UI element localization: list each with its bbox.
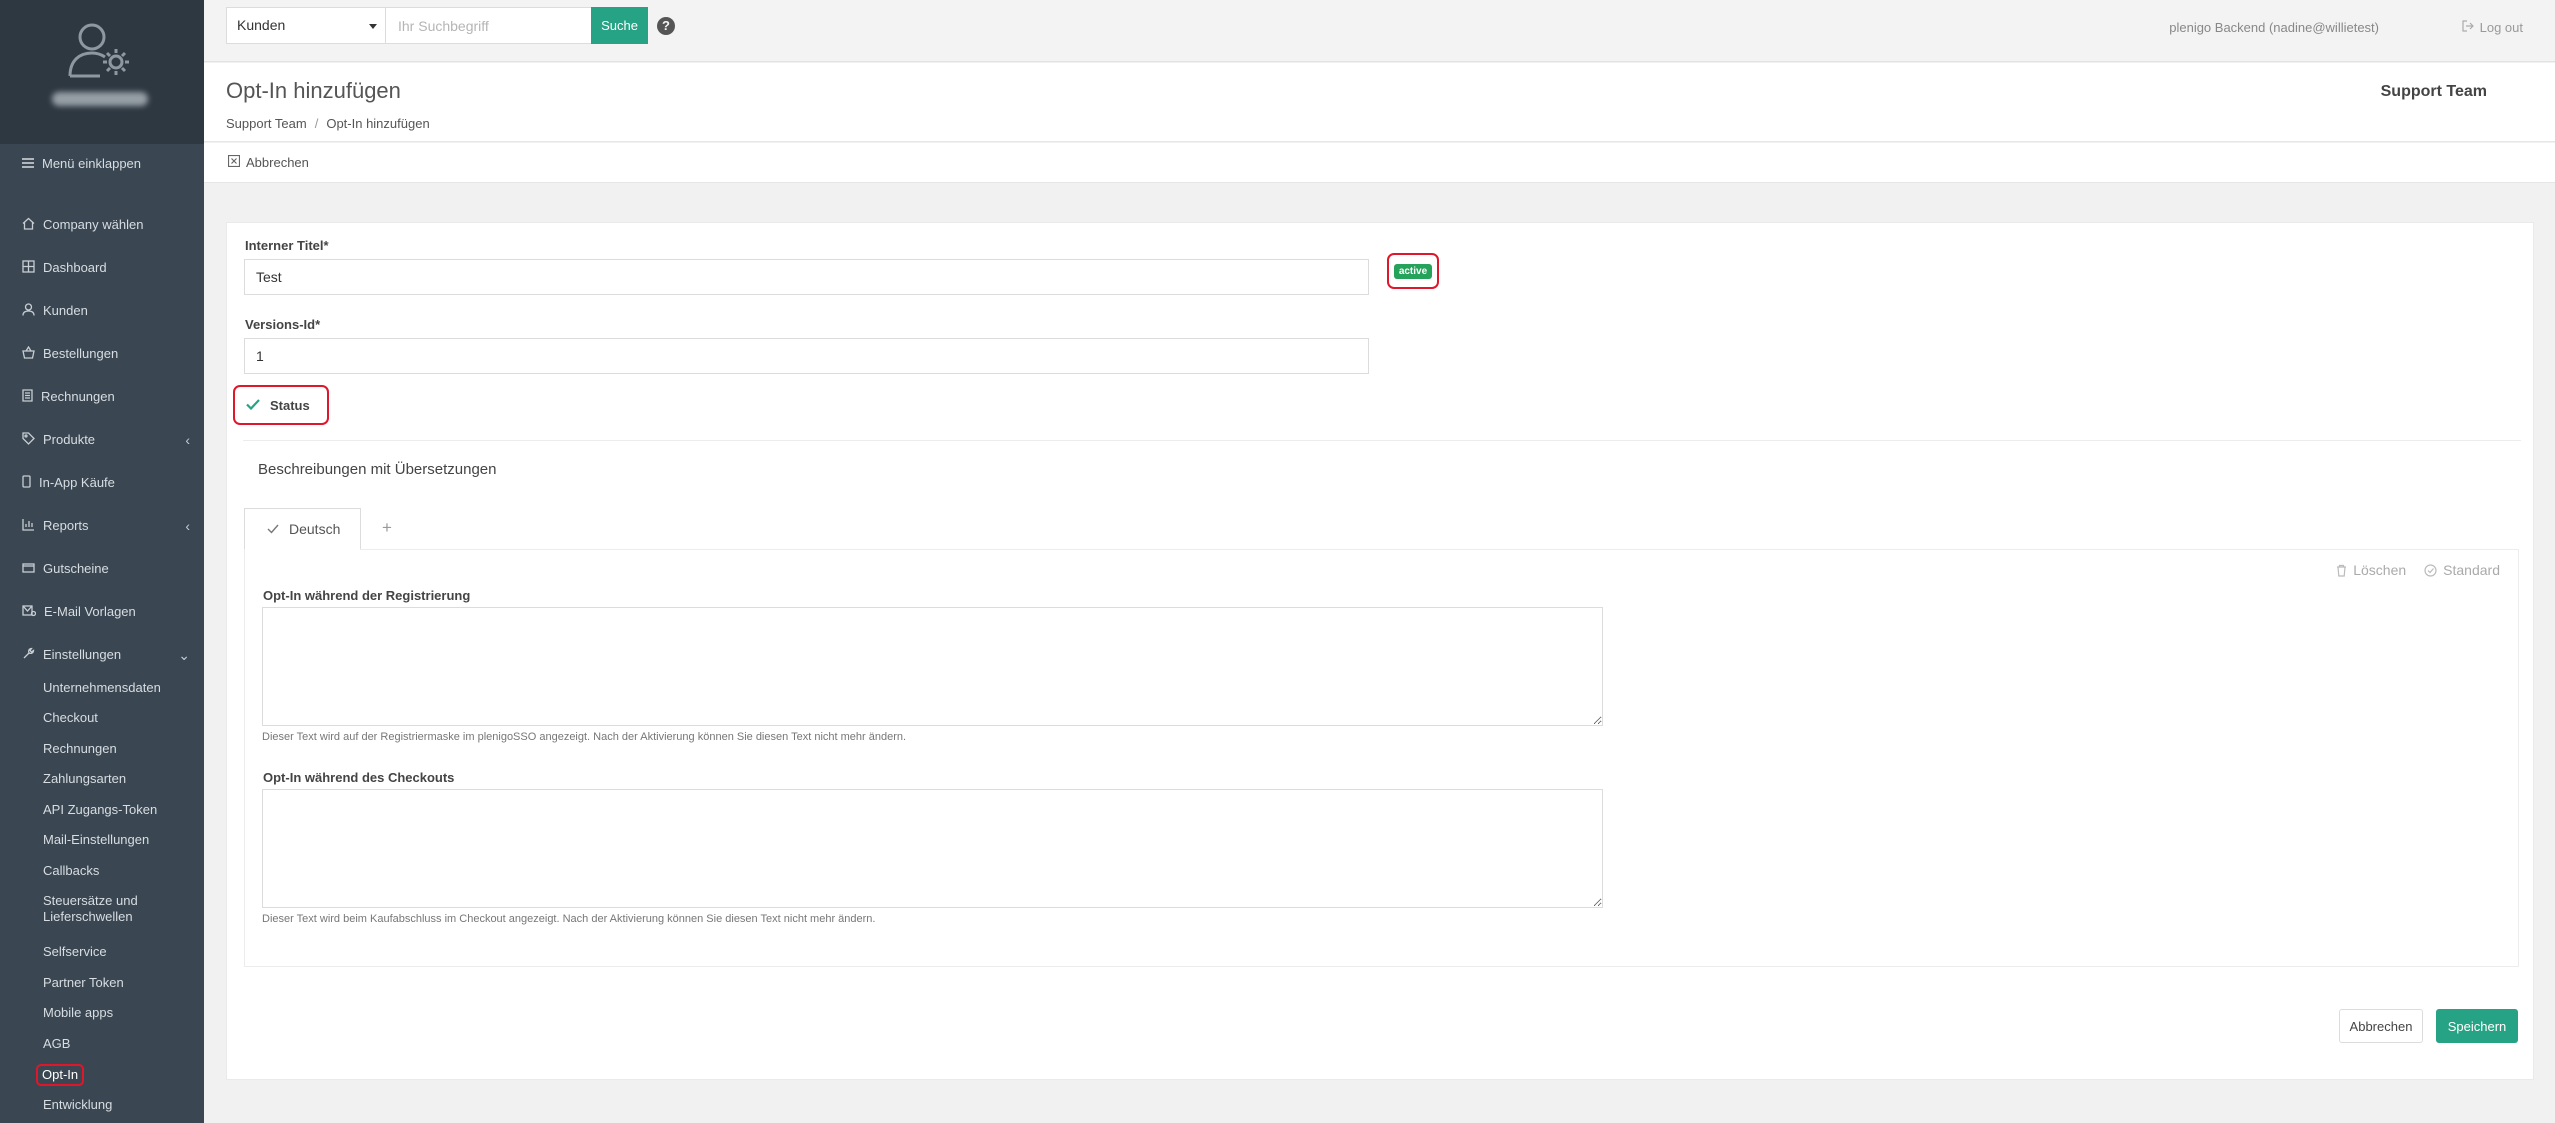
sidebar-sub-optin-wrap: Opt-In [0, 1064, 85, 1086]
collapse-menu-button[interactable]: Menü einklappen [22, 156, 141, 171]
sidebar-sub-api-token[interactable]: API Zugangs-Token [0, 802, 157, 818]
page-title: Opt-In hinzufügen [226, 78, 401, 103]
sidebar-item-kunden[interactable]: Kunden [0, 289, 204, 332]
sidebar-item-bestellungen[interactable]: Bestellungen [0, 332, 204, 375]
registration-optin-textarea[interactable] [262, 607, 1603, 726]
search-button[interactable]: Suche [591, 7, 648, 44]
basket-icon [22, 345, 35, 362]
cancel-button[interactable]: Abbrechen [2339, 1009, 2423, 1043]
default-button[interactable]: Standard [2424, 562, 2500, 578]
main-nav: Company wählen Dashboard Kunden Bestellu… [0, 203, 204, 676]
internal-title-label: Interner Titel* [245, 238, 329, 253]
ticket-icon [22, 561, 35, 577]
status-label: Status [270, 397, 310, 413]
cancel-link[interactable]: Abbrechen [227, 154, 309, 170]
status-checkbox[interactable]: Status [233, 385, 329, 425]
active-badge-highlight: active [1387, 253, 1439, 289]
sidebar-sub-steuersaetze[interactable]: Steuersätze und Lieferschwellen [0, 893, 150, 925]
sidebar-item-einstellungen[interactable]: Einstellungen ⌄ [0, 633, 204, 676]
sidebar-item-reports[interactable]: Reports ‹ [0, 504, 204, 547]
breadcrumb-support-team[interactable]: Support Team [226, 116, 307, 131]
section-title: Beschreibungen mit Übersetzungen [258, 461, 497, 478]
sidebar: Menü einklappen Company wählen Dashboard… [0, 0, 204, 1123]
divider [243, 440, 2521, 441]
hamburger-icon [22, 156, 34, 171]
sidebar-item-produkte[interactable]: Produkte ‹ [0, 418, 204, 461]
user-settings-icon [64, 20, 136, 80]
sidebar-item-dashboard[interactable]: Dashboard [0, 246, 204, 289]
sidebar-sub-mail-einstellungen[interactable]: Mail-Einstellungen [0, 832, 149, 848]
sidebar-item-email-vorlagen[interactable]: E-Mail Vorlagen [0, 590, 204, 633]
sidebar-item-gutscheine[interactable]: Gutscheine [0, 547, 204, 590]
check-circle-icon [2424, 563, 2437, 577]
sidebar-sub-unternehmensdaten[interactable]: Unternehmensdaten [0, 680, 161, 696]
user-icon [22, 302, 35, 319]
breadcrumb: Support Team / Opt-In hinzufügen [226, 116, 430, 131]
caret-down-icon [369, 24, 377, 29]
sidebar-sub-rechnungen[interactable]: Rechnungen [0, 741, 117, 757]
sidebar-sub-selfservice[interactable]: Selfservice [0, 944, 107, 960]
panel-actions: Löschen Standard [2336, 562, 2500, 578]
sidebar-sub-mobile-apps[interactable]: Mobile apps [0, 1005, 113, 1021]
sidebar-sub-zahlungsarten[interactable]: Zahlungsarten [0, 771, 126, 787]
sidebar-item-rechnungen[interactable]: Rechnungen [0, 375, 204, 418]
checkout-optin-hint: Dieser Text wird beim Kaufabschluss im C… [262, 913, 876, 925]
check-icon [267, 521, 279, 537]
active-badge: active [1393, 263, 1433, 279]
wrench-icon [22, 647, 35, 663]
logout-link[interactable]: Log out [2462, 20, 2523, 35]
mobile-icon [22, 474, 31, 491]
sidebar-sub-entwicklung[interactable]: Entwicklung [0, 1097, 112, 1113]
tab-deutsch[interactable]: Deutsch [244, 508, 361, 550]
sidebar-sub-checkout[interactable]: Checkout [0, 710, 98, 726]
topbar: Kunden Suche ? plenigo Backend (nadine@w… [204, 0, 2555, 62]
collapse-menu-label: Menü einklappen [42, 156, 142, 171]
mail-template-icon [22, 604, 37, 620]
sidebar-sub-partner-token[interactable]: Partner Token [0, 975, 124, 991]
add-language-tab[interactable]: + [382, 518, 392, 538]
logout-icon [2462, 20, 2474, 35]
help-icon[interactable]: ? [657, 17, 675, 35]
search-input[interactable] [386, 7, 594, 44]
delete-button[interactable]: Löschen [2336, 562, 2406, 578]
chevron-down-icon: ⌄ [178, 647, 190, 663]
internal-title-input[interactable]: Test [244, 259, 1369, 295]
receipt-icon [22, 388, 33, 405]
page-header: Opt-In hinzufügen Support Team / Opt-In hi… [204, 63, 2555, 142]
tag-icon [22, 431, 35, 448]
search-scope-select[interactable]: Kunden [226, 7, 386, 44]
action-bar: Abbrechen [204, 143, 2555, 183]
breadcrumb-current: Opt-In hinzufügen [326, 116, 430, 131]
home-icon [22, 217, 35, 233]
save-button[interactable]: Speichern [2436, 1009, 2518, 1043]
team-name: Support Team [2380, 83, 2487, 100]
checkout-optin-label: Opt-In während des Checkouts [263, 770, 455, 785]
sidebar-item-company[interactable]: Company wählen [0, 203, 204, 246]
chart-icon [22, 518, 35, 534]
chevron-left-icon: ‹ [185, 518, 190, 534]
grid-icon [22, 259, 35, 276]
optin-form-card: Interner Titel* Test active Versions-Id*… [226, 222, 2534, 1080]
profile-name-blurred [52, 92, 148, 106]
close-square-icon [227, 154, 241, 170]
check-icon [246, 398, 260, 413]
sidebar-sub-optin[interactable]: Opt-In [36, 1064, 85, 1086]
chevron-left-icon: ‹ [185, 432, 190, 448]
trash-icon [2336, 564, 2347, 577]
version-id-input[interactable]: 1 [244, 338, 1369, 374]
registration-optin-hint: Dieser Text wird auf der Registriermaske… [262, 731, 907, 743]
current-user: plenigo Backend (nadine@willietest) [2169, 20, 2379, 35]
version-id-label: Versions-Id* [245, 317, 321, 332]
profile-area [0, 0, 204, 144]
sidebar-item-inapp[interactable]: In-App Käufe [0, 461, 204, 504]
sidebar-sub-agb[interactable]: AGB [0, 1036, 70, 1052]
checkout-optin-textarea[interactable] [262, 789, 1603, 908]
registration-optin-label: Opt-In während der Registrierung [263, 588, 471, 603]
sidebar-sub-callbacks[interactable]: Callbacks [0, 863, 99, 879]
tab-panel-deutsch: Löschen Standard Opt-In während der Regi… [244, 549, 2519, 967]
